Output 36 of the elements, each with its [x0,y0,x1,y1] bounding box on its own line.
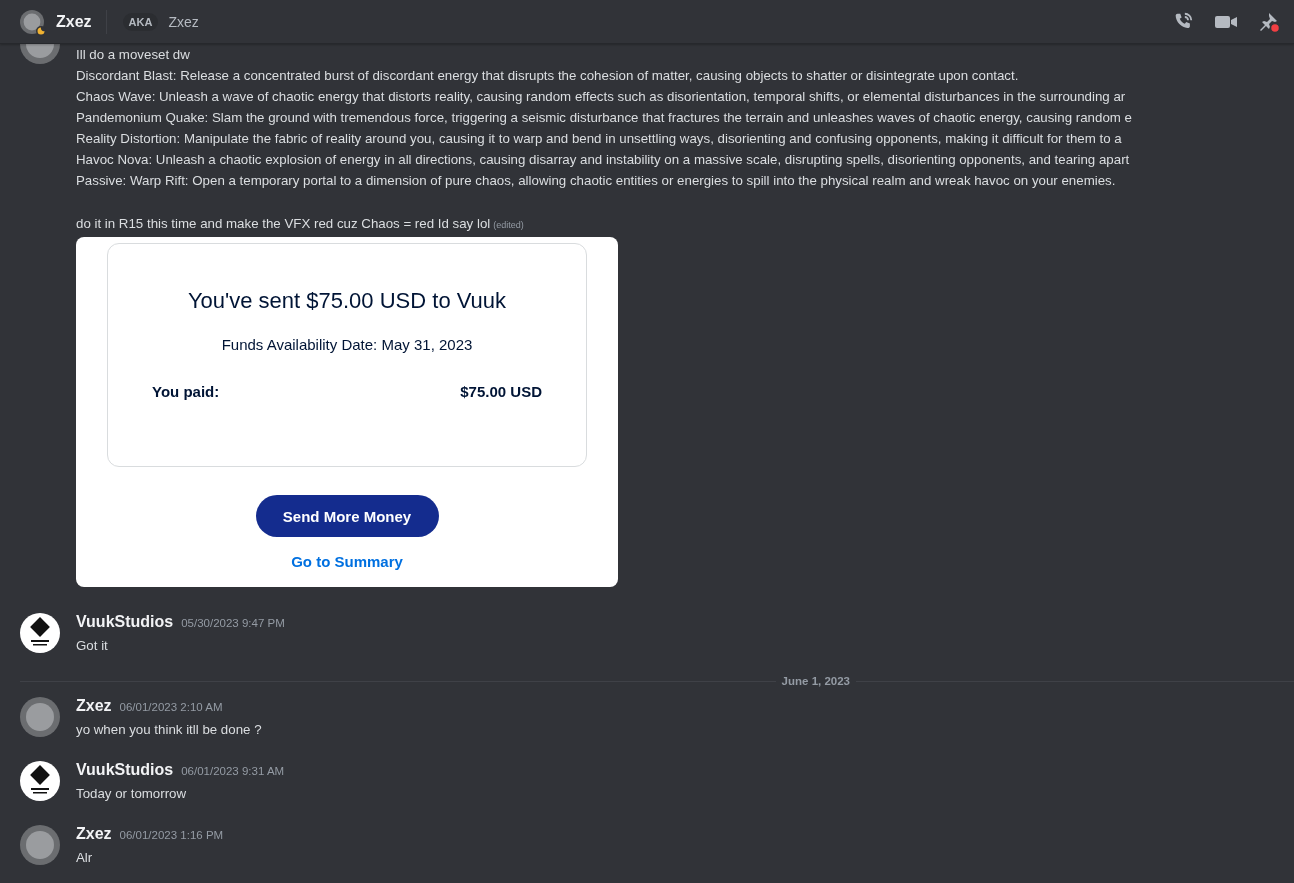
message-text: Discordant Blast: Release a concentrated burst of discordant energy that disrupts the cohesion of matter, causing objects to shatter or disintegrate upon contact. [76,67,1019,85]
aka-badge: AKA [122,12,159,31]
payment-title: You've sent $75.00 USD to Vuuk [187,288,507,314]
message-text: do it in R15 this time and make the VFX red cuz Chaos = red Id say lol [76,215,491,233]
aka-name: Zxez [168,13,199,30]
avatar-logo[interactable] [20,761,60,801]
author-name[interactable]: VuukStudios [76,613,174,631]
message-text: Pandemonium Quake: Slam the ground with tremendous force, triggering a seismic disturbance that fractures the terrain and unleashes waves of chaotic energy, causing random e [76,109,1132,127]
message-timestamp: 06/01/2023 1:16 PM [119,829,224,841]
edited-tag: (edited) [493,220,524,230]
message-timestamp: 06/01/2023 9:31 AM [181,765,285,777]
message-text: Reality Distortion: Manipulate the fabric of reality around you, causing it to warp and bend in unsettling ways, disorienting and confusing opponents, making it difficult for them to a [76,130,1122,148]
message-text: Chaos Wave: Unleash a wave of chaotic energy that distorts reality, causing random effects such as disorientation, temporal shifts, or elemental disturbances in the surrounding ar [76,88,1126,106]
message-text: yo when you think itll be done ? [76,721,262,739]
pin-icon[interactable] [1258,10,1280,33]
send-more-money-button[interactable]: Send More Money [255,495,439,537]
message-text: Ill do a moveset dw [76,46,190,64]
channel-title: Zxez [56,12,92,31]
avatar-photo-placeholder[interactable] [20,825,60,865]
author-name[interactable]: Zxez [76,825,112,843]
paid-label: You paid: [152,383,220,400]
author-name[interactable]: VuukStudios [76,761,174,779]
date-divider-label: June 1, 2023 [780,675,851,687]
paid-amount: $75.00 USD [460,383,542,400]
funds-date: Funds Availability Date: May 31, 2023 [221,336,473,353]
message-text: Alr [76,849,93,867]
message-text: Havoc Nova: Unleash a chaotic explosion of energy in all directions, causing disarray and instability on a massive scale, disrupting spells, disorienting opponents, and tearing apart [76,151,1130,169]
message-timestamp: 05/30/2023 9:47 PM [181,617,285,629]
message-text: Passive: Warp Rift: Open a temporary portal to a dimension of pure chaos, allowing chaotic entities or energies to spill into the physical realm and wreak havoc on your enemies. [76,172,1116,190]
message-text: Got it [76,637,108,655]
avatar-photo-placeholder[interactable] [20,697,60,737]
avatar-logo[interactable] [20,613,60,653]
author-name[interactable]: Zxez [76,697,112,715]
message-text: Today or tomorrow [76,785,187,803]
message-timestamp: 06/01/2023 2:10 AM [119,701,223,713]
summary-link[interactable]: Go to Summary [291,553,403,570]
